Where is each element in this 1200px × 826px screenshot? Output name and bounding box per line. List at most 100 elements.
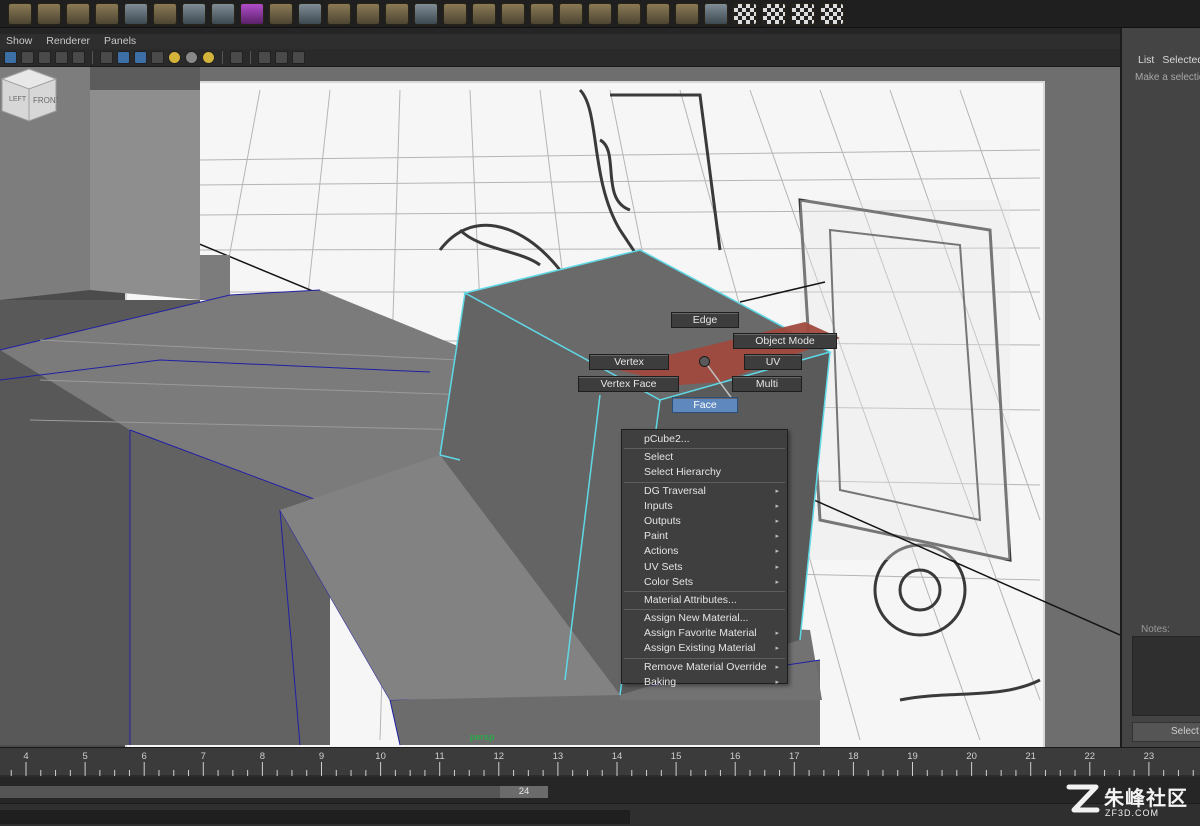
frame-all-icon[interactable] (258, 51, 271, 64)
extract-icon[interactable] (675, 2, 699, 25)
context-menu-item[interactable]: Inputs ▸ (622, 499, 787, 514)
default-light-icon[interactable] (185, 51, 198, 64)
context-menu-item[interactable]: Remove Material Override ▸ (622, 660, 787, 675)
menu-renderer[interactable]: Renderer (46, 34, 90, 49)
timeline-tick-label: 4 (23, 751, 29, 762)
smooth-icon[interactable] (211, 2, 235, 25)
context-menu-item[interactable]: Select Hierarchy (622, 465, 787, 480)
context-menu-item[interactable]: Assign Favorite Material ▸ (622, 626, 787, 641)
poly-cube-icon[interactable] (95, 2, 119, 25)
boolean-icon[interactable] (269, 2, 293, 25)
smooth-shade-icon[interactable] (21, 51, 34, 64)
select-button[interactable]: Select (1132, 722, 1200, 742)
timeline-tick-label: 14 (611, 751, 623, 762)
notes-field[interactable] (1132, 636, 1200, 716)
select-cursor-icon[interactable] (298, 2, 322, 25)
menu-panels[interactable]: Panels (104, 34, 136, 49)
timeline-tick-label: 23 (1143, 751, 1155, 762)
frame-selected-icon[interactable] (275, 51, 288, 64)
context-menu-item[interactable]: Color Sets ▸ (622, 575, 787, 590)
mirror-icon[interactable] (240, 2, 264, 25)
toolbar-separator (222, 51, 223, 64)
uv-layout-icon[interactable] (762, 2, 786, 25)
time-slider-ruler (0, 762, 1200, 777)
shadows-icon[interactable] (117, 51, 130, 64)
marking-menu-face[interactable]: Face (672, 397, 738, 413)
bevel-icon[interactable] (356, 2, 380, 25)
marking-menu-edge[interactable]: Edge (671, 312, 739, 328)
uv-checker-icon[interactable] (733, 2, 757, 25)
share-icon[interactable] (292, 51, 305, 64)
context-menu-item[interactable]: Assign New Material... (622, 611, 787, 626)
range-end-field[interactable]: 24 (500, 786, 548, 798)
poly-cone-icon[interactable] (37, 2, 61, 25)
motion-blur-icon[interactable] (151, 51, 164, 64)
context-menu-item[interactable]: Select (622, 450, 787, 465)
planar-map-icon[interactable] (704, 2, 728, 25)
uv-editor-icon[interactable] (820, 2, 844, 25)
context-menu-item[interactable]: Actions ▸ (622, 544, 787, 559)
context-menu-item-label: Paint (644, 530, 668, 543)
use-all-lights-icon[interactable] (100, 51, 113, 64)
ambient-occlusion-icon[interactable] (134, 51, 147, 64)
context-menu-item[interactable]: Baking ▸ (622, 675, 787, 690)
append-icon[interactable] (414, 2, 438, 25)
context-menu-item[interactable]: Material Attributes... (622, 593, 787, 608)
wireframe-on-shaded-icon[interactable] (38, 51, 51, 64)
timeline-tick-label: 20 (966, 751, 977, 762)
fill-hole-icon[interactable] (443, 2, 467, 25)
tab-list[interactable]: List (1138, 54, 1154, 66)
context-menu-item-label: Select Hierarchy (644, 466, 722, 479)
offset-loop-icon[interactable] (559, 2, 583, 25)
poly-sphere-icon[interactable] (124, 2, 148, 25)
wireframe-icon[interactable] (4, 51, 17, 64)
view-cube[interactable]: LEFT FRONT (0, 67, 58, 123)
poke-icon[interactable] (588, 2, 612, 25)
context-menu-item[interactable]: Outputs ▸ (622, 514, 787, 529)
poly-torus-icon[interactable] (8, 2, 32, 25)
textured-icon[interactable] (72, 51, 85, 64)
marking-menu-center-icon (699, 356, 710, 367)
tab-selected[interactable]: Selected (1162, 54, 1200, 66)
marking-menu-multi[interactable]: Multi (732, 376, 802, 392)
light-icon[interactable] (168, 51, 181, 64)
marking-menu-object-mode[interactable]: Object Mode (733, 333, 837, 349)
isolate-select-icon[interactable] (230, 51, 243, 64)
context-menu-item[interactable]: pCube2... (622, 432, 787, 447)
time-slider[interactable]: 4 5 6 7 8 9 10 11 12 13 14 15 16 17 18 19 20 21 22 23 (0, 747, 1200, 777)
context-menu-separator (624, 590, 785, 592)
context-menu-item[interactable]: Assign Existing Material ▸ (622, 641, 787, 656)
context-menu-item-label: Material Attributes... (644, 593, 737, 606)
wedge-icon[interactable] (617, 2, 641, 25)
context-menu-item[interactable]: Paint ▸ (622, 529, 787, 544)
separate-icon[interactable] (182, 2, 206, 25)
duplicate-face-icon[interactable] (646, 2, 670, 25)
split-icon[interactable] (501, 2, 525, 25)
context-menu-item-label: Color Sets (644, 575, 694, 588)
xray-icon[interactable] (55, 51, 68, 64)
combine-icon[interactable] (153, 2, 177, 25)
marking-menu-vertex[interactable]: Vertex (589, 354, 669, 370)
context-menu-item-label: Remove Material Override (644, 660, 767, 673)
uv-unfold-icon[interactable] (791, 2, 815, 25)
marking-menu-vertex-face[interactable]: Vertex Face (578, 376, 679, 392)
bridge-icon[interactable] (385, 2, 409, 25)
extrude-icon[interactable] (327, 2, 351, 25)
marking-menu-uv[interactable]: UV (744, 354, 802, 370)
command-line-input[interactable] (0, 810, 630, 824)
merge-icon[interactable] (472, 2, 496, 25)
toolbar-separator (92, 51, 93, 64)
context-menu-item[interactable]: UV Sets ▸ (622, 560, 787, 575)
context-menu-item-label: pCube2... (644, 433, 690, 445)
context-menu-item-label: Assign Favorite Material (644, 627, 757, 640)
poly-cylinder-icon[interactable] (66, 2, 90, 25)
timeline-tick-label: 7 (200, 751, 206, 762)
menu-show[interactable]: Show (6, 34, 32, 49)
insert-loop-icon[interactable] (530, 2, 554, 25)
context-menu: pCube2... Select Select Hierarchy DG Traver… (621, 429, 788, 688)
context-menu-item[interactable]: DG Traversal ▸ (622, 484, 787, 499)
context-menu-separator (624, 481, 785, 483)
anti-alias-icon[interactable] (202, 51, 215, 64)
perspective-viewport[interactable]: LEFT FRONT (0, 67, 1120, 747)
range-slider-track[interactable] (0, 786, 500, 798)
